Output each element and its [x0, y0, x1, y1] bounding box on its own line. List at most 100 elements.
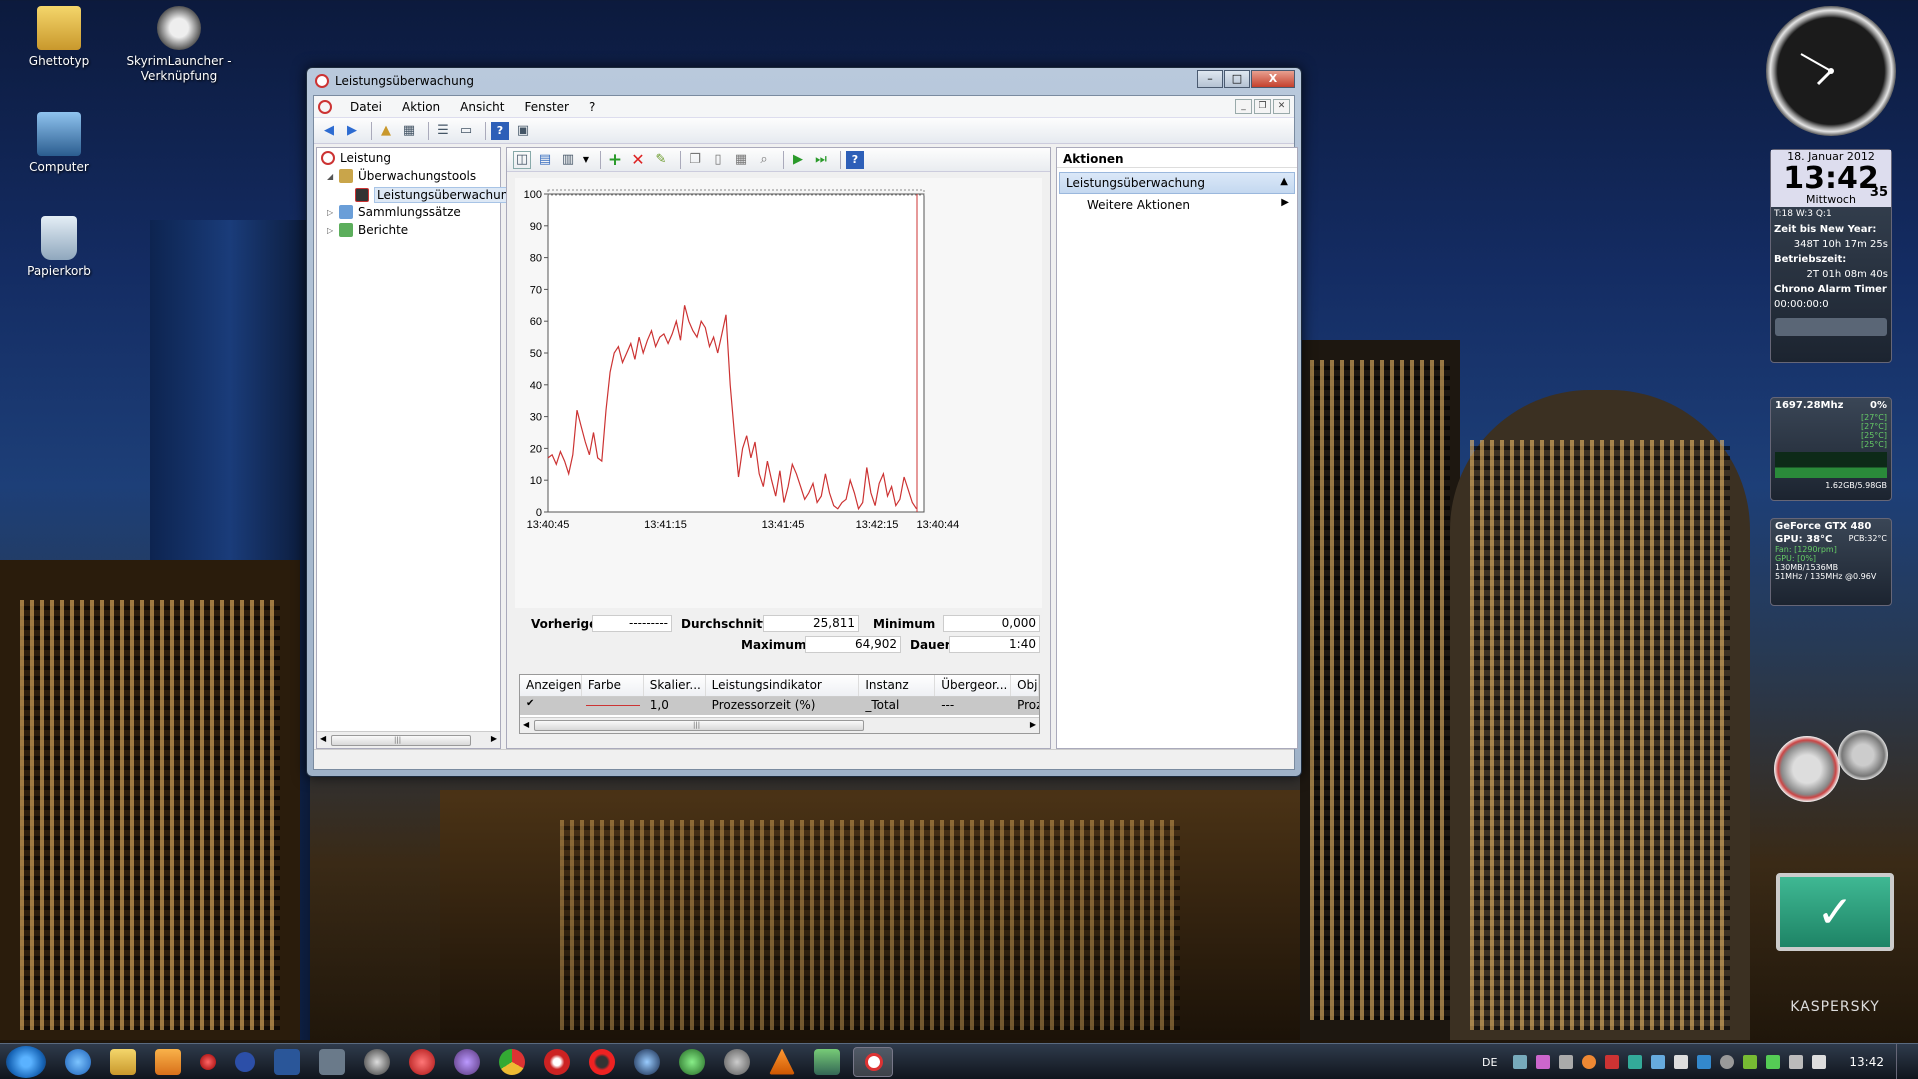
- properties-icon[interactable]: ☰: [434, 122, 452, 140]
- menu-aktion[interactable]: Aktion: [392, 100, 450, 114]
- action-pane-icon[interactable]: ▣: [514, 122, 532, 140]
- play-icon[interactable]: ▶: [789, 151, 807, 169]
- mdi-restore-button[interactable]: ❐: [1254, 99, 1271, 114]
- mdi-minimize-button[interactable]: _: [1235, 99, 1252, 114]
- paste-icon[interactable]: ▯: [709, 151, 727, 169]
- tree-node-ueberwachungstools[interactable]: ◢ Überwachungstools: [327, 169, 476, 183]
- tree-node-sammlungssaetze[interactable]: ▷ Sammlungssätze: [327, 205, 461, 219]
- desktop-icon-computer[interactable]: Computer: [4, 112, 114, 175]
- close-button[interactable]: X: [1251, 70, 1295, 88]
- collapse-icon[interactable]: ◢: [327, 172, 335, 181]
- app-grid-icon[interactable]: [319, 1048, 345, 1075]
- scroll-right-icon[interactable]: ▶: [1030, 720, 1036, 729]
- word-icon[interactable]: [274, 1048, 300, 1075]
- menu-datei[interactable]: Datei: [340, 100, 392, 114]
- show-checkbox[interactable]: ✔: [520, 697, 582, 715]
- tray-display-icon[interactable]: [1789, 1055, 1804, 1069]
- tree-node-berichte[interactable]: ▷ Berichte: [327, 223, 408, 237]
- scroll-left-icon[interactable]: ◀: [523, 720, 529, 729]
- tray-network-icon[interactable]: [1513, 1055, 1528, 1069]
- language-indicator[interactable]: DE: [1482, 1056, 1497, 1069]
- scroll-right-icon[interactable]: ▶: [491, 734, 497, 743]
- steam-icon[interactable]: [364, 1048, 390, 1075]
- tray-disc-icon[interactable]: [1720, 1055, 1735, 1069]
- col-skalierung[interactable]: Skalier...: [644, 675, 706, 696]
- gadget-button-row[interactable]: [1775, 318, 1887, 336]
- mdi-close-button[interactable]: ✕: [1273, 99, 1290, 114]
- delete-counter-icon[interactable]: ✕: [629, 150, 647, 169]
- menu-ansicht[interactable]: Ansicht: [450, 100, 514, 114]
- analog-clock-gadget[interactable]: [1766, 6, 1896, 136]
- app-moon-icon[interactable]: [634, 1048, 660, 1075]
- step-forward-icon[interactable]: ⏭: [812, 151, 830, 169]
- speedometer-gadget-small[interactable]: [1838, 730, 1888, 780]
- tray-nvidia-icon[interactable]: [1743, 1055, 1758, 1069]
- view-log-data-icon[interactable]: ▤: [536, 151, 554, 169]
- start-button[interactable]: [6, 1045, 46, 1078]
- col-instanz[interactable]: Instanz: [859, 675, 936, 696]
- tray-flag-icon[interactable]: [1674, 1055, 1689, 1069]
- minimize-button[interactable]: –: [1197, 70, 1223, 88]
- opera-icon[interactable]: [589, 1048, 615, 1075]
- highlight-icon[interactable]: ✎: [652, 151, 670, 169]
- tray-monitor-icon[interactable]: [1651, 1055, 1666, 1069]
- taskbar-perfmon-button[interactable]: [853, 1046, 893, 1077]
- tree-node-leistung[interactable]: Leistung: [321, 151, 391, 165]
- taskbar-clock[interactable]: 13:42: [1849, 1055, 1884, 1069]
- internet-explorer-icon[interactable]: [65, 1048, 91, 1075]
- help-icon[interactable]: ?: [491, 121, 509, 140]
- show-desktop-button[interactable]: [1896, 1044, 1908, 1079]
- tray-volume-icon[interactable]: [1812, 1055, 1827, 1069]
- maximize-button[interactable]: □: [1224, 70, 1250, 88]
- table-row[interactable]: ✔ 1,0 Prozessorzeit (%) _Total --- Proz: [520, 697, 1039, 715]
- export-icon[interactable]: ▭: [457, 122, 475, 140]
- gpu-meter-gadget[interactable]: GeForce GTX 480 GPU: 38°C PCB:32°C Fan: …: [1770, 518, 1892, 606]
- app-gear-icon[interactable]: [724, 1048, 750, 1075]
- tray-firefox-icon[interactable]: [1582, 1055, 1597, 1069]
- tray-blue-icon[interactable]: [1697, 1055, 1712, 1069]
- performance-monitor-window[interactable]: Leistungsüberwachung – □ X Datei Aktion …: [306, 67, 1302, 777]
- tree-node-leistungsueberwachung[interactable]: Leistungsüberwachung: [355, 187, 519, 203]
- window-titlebar[interactable]: Leistungsüberwachung: [307, 68, 1301, 94]
- view-current-activity-icon[interactable]: ◫: [513, 150, 531, 169]
- tray-app-icon[interactable]: [1536, 1055, 1551, 1069]
- speedometer-gadget[interactable]: [1774, 736, 1840, 802]
- gadget-tabs[interactable]: Chrono Alarm Timer: [1771, 282, 1891, 297]
- expand-icon[interactable]: ▷: [327, 208, 335, 217]
- app-red-icon[interactable]: [200, 1053, 216, 1070]
- flash-icon[interactable]: [409, 1048, 435, 1075]
- add-counter-icon[interactable]: +: [606, 150, 624, 170]
- chrome-icon[interactable]: [499, 1048, 525, 1075]
- explorer-folder-icon[interactable]: [110, 1048, 136, 1075]
- scroll-left-icon[interactable]: ◀: [320, 734, 326, 743]
- help-icon[interactable]: ?: [846, 150, 864, 169]
- menu-fenster[interactable]: Fenster: [514, 100, 579, 114]
- tray-gear-icon[interactable]: [1559, 1055, 1574, 1069]
- mdi-app-icon[interactable]: [318, 99, 332, 114]
- app-people-icon[interactable]: [814, 1048, 840, 1075]
- app-stop-icon[interactable]: [544, 1048, 570, 1075]
- forward-arrow-icon[interactable]: ▶: [343, 122, 361, 140]
- tray-kaspersky-icon[interactable]: [1605, 1055, 1620, 1069]
- tray-wifi-icon[interactable]: [1766, 1055, 1781, 1069]
- app-purple-icon[interactable]: [454, 1048, 480, 1075]
- desktop-icon-ghettotyp[interactable]: Ghettotyp: [4, 6, 114, 69]
- col-anzeigen[interactable]: Anzeigen: [520, 675, 582, 696]
- back-arrow-icon[interactable]: ◀: [320, 122, 338, 140]
- col-uebergeordnet[interactable]: Übergeor...: [935, 675, 1012, 696]
- collapse-up-icon[interactable]: ▲: [1280, 176, 1288, 187]
- zoom-icon[interactable]: ⌕: [755, 151, 773, 169]
- desktop-icon-skyrim[interactable]: SkyrimLauncher - Verknüpfung: [124, 6, 234, 84]
- copy-icon[interactable]: ❐: [686, 151, 704, 169]
- scroll-thumb[interactable]: |||: [534, 720, 864, 731]
- scroll-thumb[interactable]: |||: [331, 735, 471, 746]
- desktop-icon-papierkorb[interactable]: Papierkorb: [4, 216, 114, 279]
- action-weitere-aktionen[interactable]: Weitere Aktionen ▶: [1057, 194, 1297, 216]
- chevron-down-icon[interactable]: ▼: [582, 151, 590, 169]
- actions-section-leistungsueberwachung[interactable]: Leistungsüberwachung ▲: [1059, 172, 1295, 194]
- date-time-gadget[interactable]: 18. Januar 2012 13:42 35 Mittwoch T:18 W:…: [1770, 149, 1892, 363]
- up-folder-icon[interactable]: ▲: [377, 122, 395, 140]
- app-c-icon[interactable]: [235, 1051, 255, 1072]
- expand-icon[interactable]: ▷: [327, 226, 335, 235]
- media-player-icon[interactable]: [155, 1048, 181, 1075]
